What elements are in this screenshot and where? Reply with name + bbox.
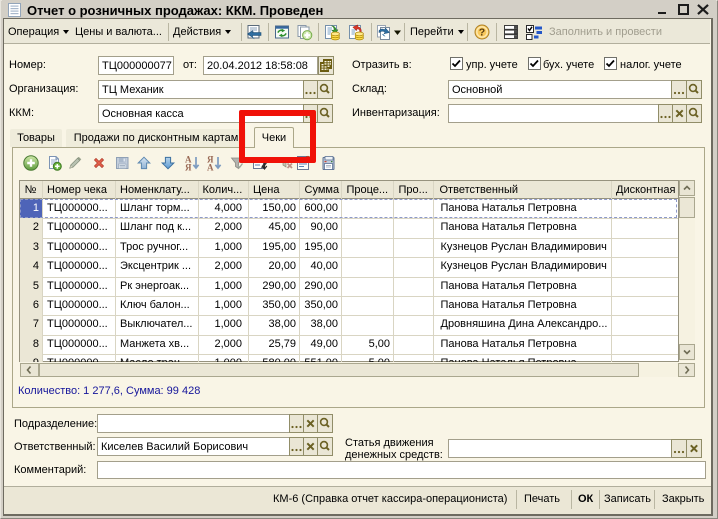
svg-text:Я: Я bbox=[185, 163, 192, 172]
svg-text:?: ? bbox=[479, 27, 485, 39]
svg-text:А: А bbox=[207, 163, 214, 172]
